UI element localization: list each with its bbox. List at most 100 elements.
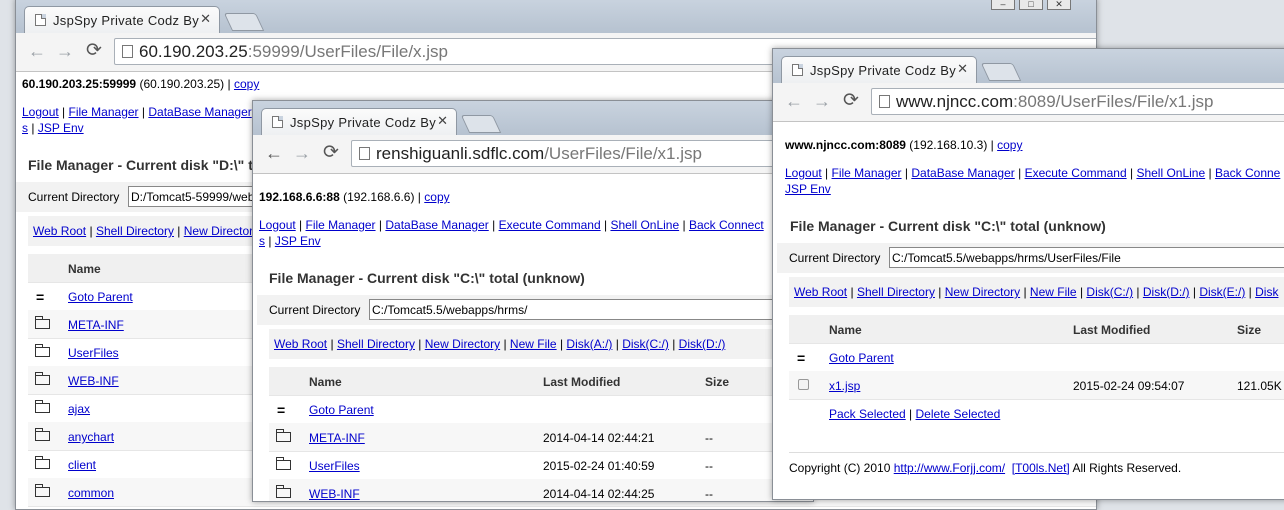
close-icon[interactable]: ✕ xyxy=(957,61,968,77)
file-link[interactable]: x1.jsp xyxy=(829,379,860,393)
folder-link[interactable]: common xyxy=(68,486,114,500)
size-column-header: Size xyxy=(705,375,730,389)
shell-directory-link[interactable]: Shell Directory xyxy=(857,285,935,299)
goto-parent-link[interactable]: Goto Parent xyxy=(309,403,374,417)
directory-links: Web Root | Shell Directory | New Directo… xyxy=(789,277,1284,307)
browser-tab[interactable]: JspSpy Private Codz By ✕ xyxy=(261,108,457,135)
browser-tab[interactable]: JspSpy Private Codz By ✕ xyxy=(781,56,977,83)
disk-c-link[interactable]: Disk(C:/) xyxy=(622,337,669,351)
new-tab-button[interactable] xyxy=(460,115,502,133)
new-tab-button[interactable] xyxy=(223,13,265,31)
execute-command-link[interactable]: Execute Command xyxy=(1025,166,1127,180)
table-actions-row: Pack Selected | Delete Selected xyxy=(789,399,1284,427)
copy-link[interactable]: copy xyxy=(234,77,259,91)
shell-online-link[interactable]: Shell OnLine xyxy=(610,218,679,232)
new-directory-link[interactable]: New Directory xyxy=(184,224,259,238)
address-bar[interactable]: renshiguanli.sdflc.com/UserFiles/File/x1… xyxy=(351,140,813,167)
folder-icon xyxy=(276,485,291,498)
folder-link[interactable]: UserFiles xyxy=(68,346,119,360)
disk-a-link[interactable]: Disk(A:/) xyxy=(566,337,612,351)
folder-link[interactable]: client xyxy=(68,458,96,472)
maximize-button[interactable]: □ xyxy=(1019,0,1043,10)
browser-tab[interactable]: JspSpy Private Codz By ✕ xyxy=(24,6,220,33)
folder-link[interactable]: WEB-INF xyxy=(309,487,360,501)
folder-link[interactable]: META-INF xyxy=(68,318,124,332)
back-arrow-icon[interactable]: ← xyxy=(28,41,46,61)
jsp-env-link[interactable]: JSP Env xyxy=(38,121,84,135)
reload-icon[interactable]: ⟳ xyxy=(323,143,339,163)
disk-d-link[interactable]: Disk(D:/) xyxy=(679,337,726,351)
new-directory-link[interactable]: New Directory xyxy=(425,337,500,351)
current-directory-input[interactable]: C:/Tomcat5.5/webapps/hrms/ xyxy=(369,299,813,320)
shell-directory-link[interactable]: Shell Directory xyxy=(337,337,415,351)
file-manager-title: File Manager - Current disk "C:\" total … xyxy=(269,270,585,286)
menu-wrap-link[interactable]: s xyxy=(22,121,28,135)
execute-command-link[interactable]: Execute Command xyxy=(499,218,601,232)
forward-arrow-icon[interactable]: → xyxy=(293,143,311,163)
goto-parent-link[interactable]: Goto Parent xyxy=(829,351,894,365)
page-icon xyxy=(35,14,46,26)
copy-link[interactable]: copy xyxy=(997,138,1022,152)
logout-link[interactable]: Logout xyxy=(259,218,296,232)
close-window-button[interactable]: ✕ xyxy=(1047,0,1071,10)
database-manager-link[interactable]: DataBase Manager xyxy=(148,105,251,119)
minimize-button[interactable]: – xyxy=(991,0,1015,10)
web-root-link[interactable]: Web Root xyxy=(33,224,86,238)
pack-selected-link[interactable]: Pack Selected xyxy=(829,407,906,421)
disk-d-link[interactable]: Disk(D:/) xyxy=(1143,285,1190,299)
host-info: 60.190.203.25:59999 (60.190.203.25) | co… xyxy=(22,77,260,91)
delete-selected-link[interactable]: Delete Selected xyxy=(916,407,1001,421)
size-cell: -- xyxy=(705,459,713,473)
page-icon xyxy=(879,95,890,108)
shell-online-link[interactable]: Shell OnLine xyxy=(1136,166,1205,180)
new-directory-link[interactable]: New Directory xyxy=(945,285,1020,299)
size-cell: -- xyxy=(705,487,713,501)
back-arrow-icon[interactable]: ← xyxy=(265,143,283,163)
back-arrow-icon[interactable]: ← xyxy=(785,91,803,111)
current-directory-input[interactable]: C:/Tomcat5.5/webapps/hrms/UserFiles/File xyxy=(889,247,1284,268)
web-root-link[interactable]: Web Root xyxy=(274,337,327,351)
folder-link[interactable]: anychart xyxy=(68,430,114,444)
disk-link[interactable]: Disk xyxy=(1255,285,1278,299)
reload-icon[interactable]: ⟳ xyxy=(86,41,102,61)
t00ls-link[interactable]: [T00ls.Net] xyxy=(1012,461,1070,475)
address-bar[interactable]: www.njncc.com:8089/UserFiles/File/x1.jsp xyxy=(871,88,1284,115)
current-directory-row: Current Directory C:/Tomcat5.5/webapps/h… xyxy=(777,243,1284,273)
close-icon[interactable]: ✕ xyxy=(200,11,211,27)
reload-icon[interactable]: ⟳ xyxy=(843,91,859,111)
logout-link[interactable]: Logout xyxy=(22,105,59,119)
file-select-checkbox[interactable] xyxy=(798,379,809,390)
database-manager-link[interactable]: DataBase Manager xyxy=(911,166,1014,180)
disk-c-link[interactable]: Disk(C:/) xyxy=(1086,285,1133,299)
file-manager-link[interactable]: File Manager xyxy=(832,166,902,180)
web-root-link[interactable]: Web Root xyxy=(794,285,847,299)
shell-directory-link[interactable]: Shell Directory xyxy=(96,224,174,238)
close-icon[interactable]: ✕ xyxy=(437,113,448,129)
folder-link[interactable]: META-INF xyxy=(309,431,365,445)
new-tab-button[interactable] xyxy=(980,63,1022,81)
jsp-env-link[interactable]: JSP Env xyxy=(785,182,831,196)
database-manager-link[interactable]: DataBase Manager xyxy=(385,218,488,232)
forward-arrow-icon[interactable]: → xyxy=(56,41,74,61)
menu-wrap-link[interactable]: s xyxy=(259,234,265,248)
copy-link[interactable]: copy xyxy=(424,190,449,204)
jsp-env-link[interactable]: JSP Env xyxy=(275,234,321,248)
new-file-link[interactable]: New File xyxy=(510,337,557,351)
forward-arrow-icon[interactable]: → xyxy=(813,91,831,111)
back-connect-link[interactable]: Back Connect xyxy=(689,218,764,232)
copyright-text: Copyright (C) 2010 http://www.Forjj.com/… xyxy=(789,461,1182,475)
folder-link[interactable]: WEB-INF xyxy=(68,374,119,388)
file-manager-link[interactable]: File Manager xyxy=(69,105,139,119)
goto-parent-link[interactable]: Goto Parent xyxy=(68,290,133,304)
forjj-link[interactable]: http://www.Forjj.com/ xyxy=(894,461,1005,475)
tab-strip: JspSpy Private Codz By ✕ xyxy=(253,101,813,135)
disk-e-link[interactable]: Disk(E:/) xyxy=(1199,285,1245,299)
parent-directory-icon: = xyxy=(797,350,806,366)
table-row: = Goto Parent xyxy=(269,395,813,424)
new-file-link[interactable]: New File xyxy=(1030,285,1077,299)
folder-link[interactable]: ajax xyxy=(68,402,90,416)
folder-link[interactable]: UserFiles xyxy=(309,459,360,473)
logout-link[interactable]: Logout xyxy=(785,166,822,180)
back-connect-link[interactable]: Back Conne xyxy=(1215,166,1280,180)
file-manager-link[interactable]: File Manager xyxy=(306,218,376,232)
